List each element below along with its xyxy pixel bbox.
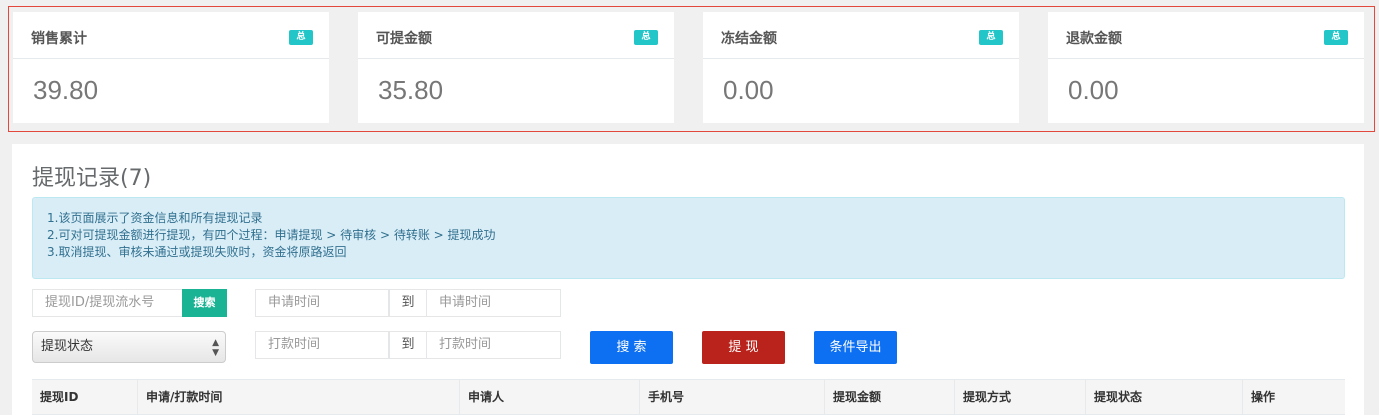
stat-card-sales: 销售累计 总 39.80: [13, 12, 329, 123]
column-header[interactable]: 提现ID: [32, 380, 138, 414]
total-badge: 总: [979, 30, 1003, 45]
apply-end-input[interactable]: 申请时间: [426, 289, 561, 317]
stat-card-withdrawable: 可提金额 总 35.80: [358, 12, 674, 123]
withdraw-records-panel: 提现记录(7) 1.该页面展示了资金信息和所有提现记录 2.可对可提现金额进行提…: [12, 144, 1364, 415]
stat-card-frozen: 冻结金额 总 0.00: [703, 12, 1019, 123]
stat-value: 35.80: [378, 75, 444, 105]
pay-start-input[interactable]: 打款时间: [255, 331, 389, 359]
pay-end-input[interactable]: 打款时间: [426, 331, 561, 359]
stat-value: 0.00: [1068, 75, 1119, 105]
status-select-value: 提现状态: [41, 339, 94, 354]
search-mini-button[interactable]: 搜索: [182, 289, 227, 317]
table-header: 提现ID 申请/打款时间 申请人 手机号 提现金额 提现方式 提现状态 操作: [32, 379, 1345, 415]
info-line: 1.该页面展示了资金信息和所有提现记录: [47, 211, 263, 225]
stat-card-header: 销售累计 总: [13, 12, 329, 59]
stat-card-refund: 退款金额 总 0.00: [1048, 12, 1364, 123]
total-badge: 总: [634, 30, 658, 45]
page-title: 提现记录(7): [32, 166, 152, 191]
column-header[interactable]: 申请人: [460, 380, 640, 414]
column-header[interactable]: 提现方式: [955, 380, 1086, 414]
stat-card-header: 冻结金额 总: [703, 12, 1019, 59]
column-header[interactable]: 提现金额: [825, 380, 955, 414]
stat-title: 退款金额: [1066, 31, 1122, 47]
withdraw-button[interactable]: 提 现: [702, 331, 785, 364]
info-line: 2.可对可提现金额进行提现，有四个过程：申请提现 > 待审核 > 待转账 > 提…: [47, 228, 496, 242]
date-range-separator: 到: [389, 331, 427, 359]
stats-highlight-box: 销售累计 总 39.80 可提金额 总 35.80 冻结金额 总 0.00 退款…: [8, 6, 1375, 132]
stat-title: 可提金额: [376, 31, 432, 47]
stat-title: 冻结金额: [721, 31, 777, 47]
total-badge: 总: [1324, 30, 1348, 45]
date-range-separator: 到: [389, 289, 427, 317]
info-alert: 1.该页面展示了资金信息和所有提现记录 2.可对可提现金额进行提现，有四个过程：…: [32, 197, 1345, 279]
column-header[interactable]: 提现状态: [1086, 380, 1243, 414]
search-button[interactable]: 搜 索: [590, 331, 673, 364]
info-line: 3.取消提现、审核未通过或提现失败时，资金将原路返回: [47, 245, 347, 259]
stat-value: 39.80: [33, 75, 99, 105]
stat-card-header: 可提金额 总: [358, 12, 674, 59]
stat-card-header: 退款金额 总: [1048, 12, 1364, 59]
apply-start-input[interactable]: 申请时间: [255, 289, 389, 317]
withdraw-id-input[interactable]: 提现ID/提现流水号: [32, 289, 183, 317]
stat-title: 销售累计: [31, 31, 87, 47]
column-header[interactable]: 申请/打款时间: [138, 380, 460, 414]
total-badge: 总: [289, 30, 313, 45]
column-header[interactable]: 操作: [1243, 380, 1345, 414]
status-select[interactable]: 提现状态 ▲ ▼: [32, 331, 226, 363]
select-arrows-icon: ▲ ▼: [212, 338, 219, 358]
stat-value: 0.00: [723, 75, 774, 105]
column-header[interactable]: 手机号: [640, 380, 825, 414]
export-button[interactable]: 条件导出: [814, 331, 897, 364]
